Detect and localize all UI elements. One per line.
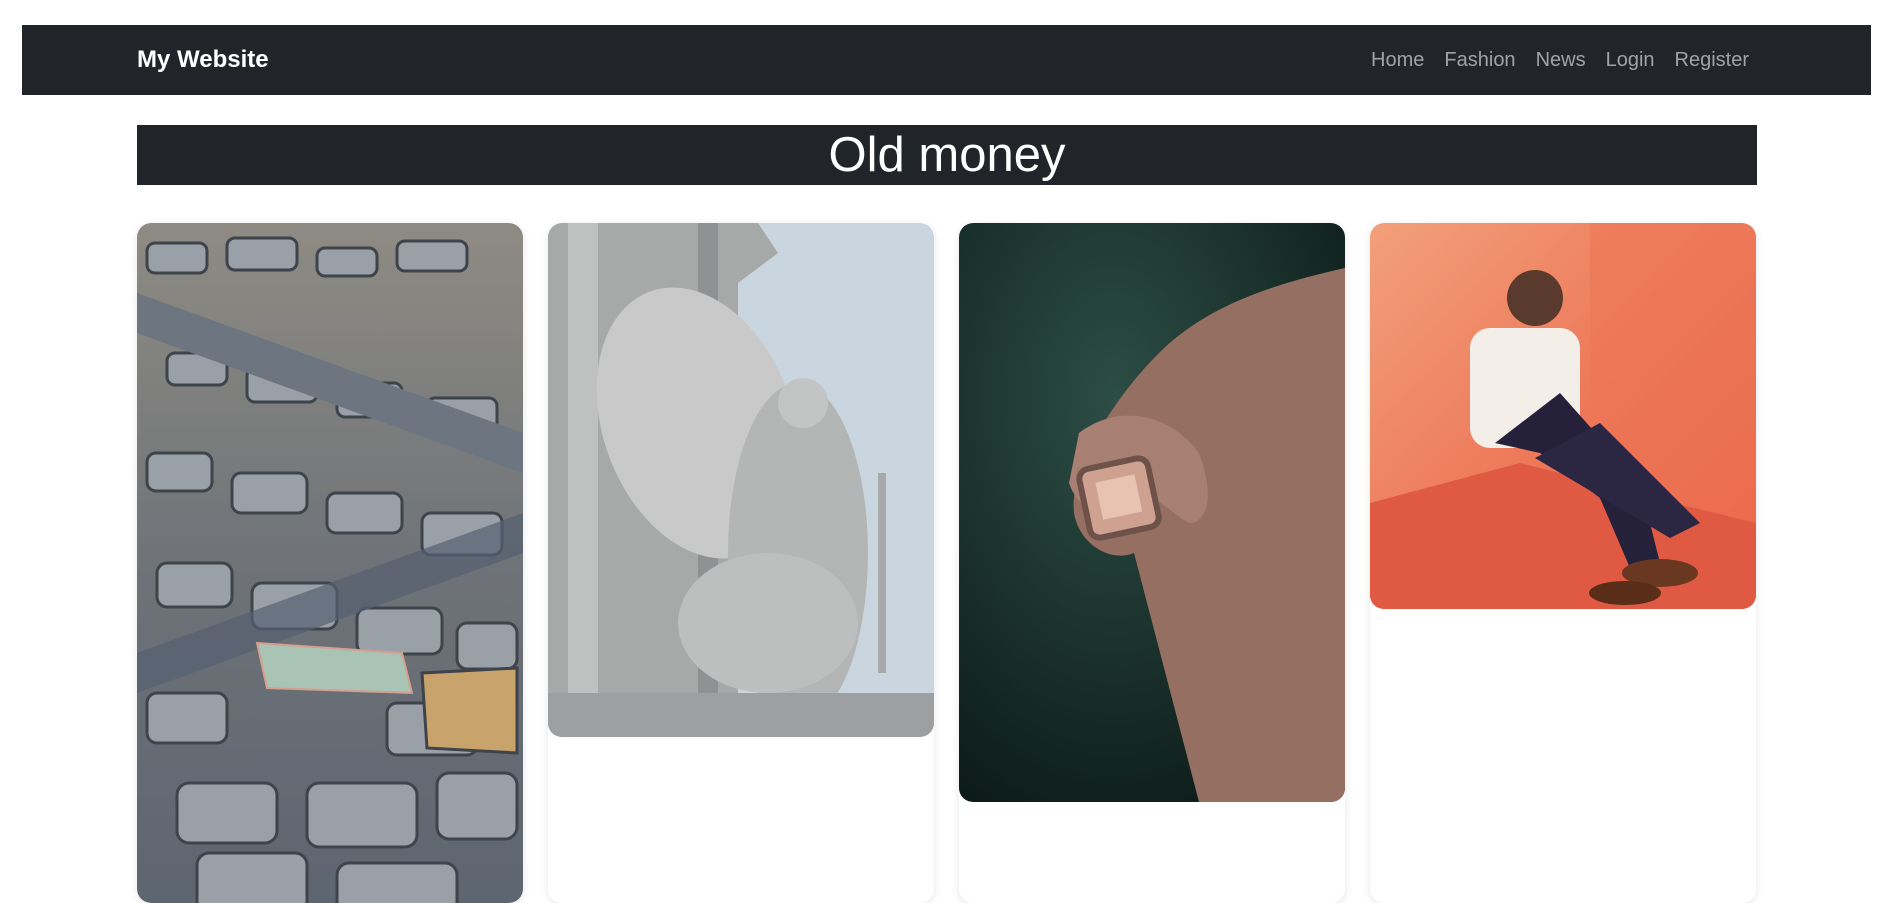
gallery-card[interactable]	[1370, 223, 1756, 903]
wristwatch-photo	[959, 223, 1345, 802]
gallery-card[interactable]	[548, 223, 934, 903]
nav-link-news[interactable]: News	[1536, 49, 1586, 72]
nav-links: Home Fashion News Login Register	[1371, 25, 1749, 95]
gallery-card[interactable]	[959, 223, 1345, 903]
page-title-banner: Old money	[137, 125, 1757, 185]
fashion-man-photo	[1370, 223, 1756, 609]
nav-link-register[interactable]: Register	[1675, 49, 1749, 72]
site-brand-link[interactable]: My Website	[137, 25, 269, 95]
statue-photo	[548, 223, 934, 737]
nav-link-fashion[interactable]: Fashion	[1444, 49, 1515, 72]
nav-link-login[interactable]: Login	[1606, 49, 1655, 72]
nav-link-home[interactable]: Home	[1371, 49, 1424, 72]
gallery-card[interactable]	[137, 223, 523, 903]
top-navbar: My Website Home Fashion News Login Regis…	[22, 25, 1871, 95]
cobblestone-photo	[137, 223, 523, 903]
